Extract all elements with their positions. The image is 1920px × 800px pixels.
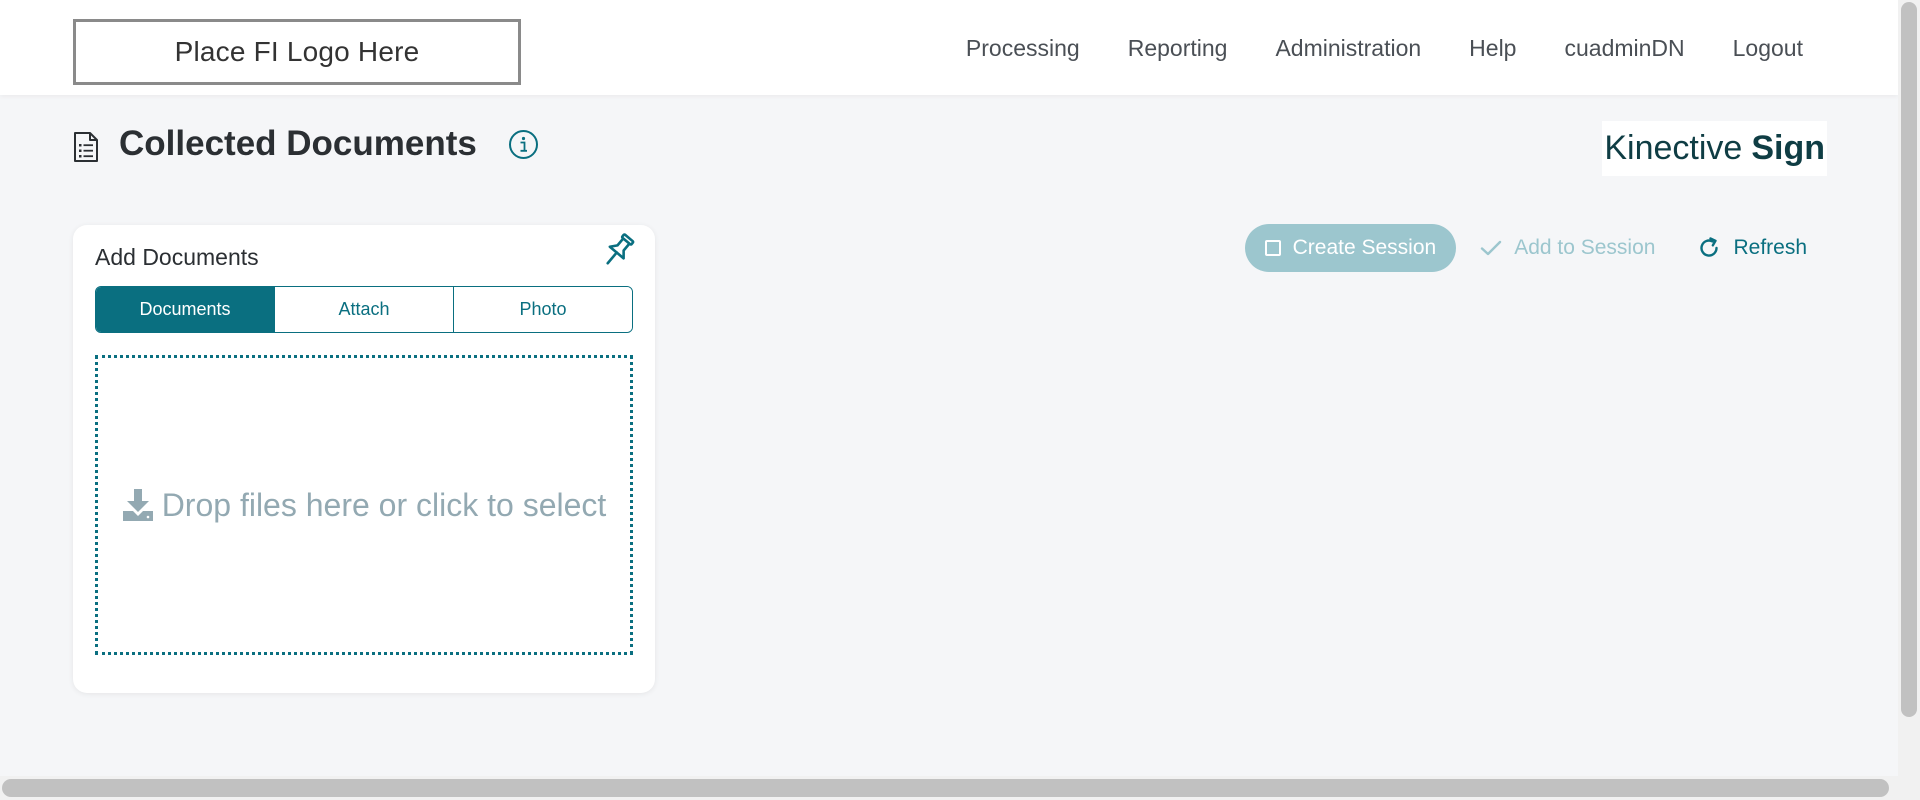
session-actions: Create Session Add to Session Refresh <box>1244 224 1807 272</box>
document-source-tabs: Documents Attach Photo <box>95 286 633 333</box>
add-documents-title: Add Documents <box>95 244 259 270</box>
file-dropzone[interactable]: Drop files here or click to select <box>95 355 633 655</box>
document-list-icon <box>74 132 98 162</box>
brand-regular-text: Kinective <box>1604 129 1743 167</box>
top-bar: Place FI Logo Here Processing Reporting … <box>0 0 1898 95</box>
download-icon <box>122 489 153 521</box>
vertical-scroll-thumb[interactable] <box>1901 2 1917 717</box>
tab-documents[interactable]: Documents <box>96 287 275 332</box>
fi-logo-placeholder[interactable]: Place FI Logo Here <box>73 19 521 85</box>
nav-help[interactable]: Help <box>1469 35 1516 62</box>
add-to-session-button[interactable]: Add to Session <box>1480 224 1655 272</box>
refresh-button[interactable]: Refresh <box>1679 224 1807 272</box>
main-nav: Processing Reporting Administration Help… <box>966 35 1803 62</box>
add-documents-card: Add Documents Documents Attach Photo Dro… <box>73 225 655 693</box>
horizontal-scrollbar[interactable] <box>0 776 1898 800</box>
checkmark-icon <box>1481 240 1502 256</box>
add-to-session-label: Add to Session <box>1514 236 1656 259</box>
refresh-label: Refresh <box>1733 236 1807 259</box>
tab-photo[interactable]: Photo <box>454 287 632 332</box>
nav-logout[interactable]: Logout <box>1733 35 1803 62</box>
square-icon <box>1264 240 1281 256</box>
nav-administration[interactable]: Administration <box>1275 35 1421 62</box>
pin-icon[interactable] <box>597 230 639 272</box>
logo-text: Place FI Logo Here <box>174 36 420 67</box>
nav-user-account[interactable]: cuadminDN <box>1564 35 1684 62</box>
horizontal-scroll-thumb[interactable] <box>2 779 1889 797</box>
nav-processing[interactable]: Processing <box>966 35 1080 62</box>
refresh-icon <box>1700 237 1719 257</box>
dropzone-text: Drop files here or click to select <box>161 486 607 523</box>
brand-logo: Kinective Sign <box>1602 121 1827 176</box>
tab-attach[interactable]: Attach <box>275 287 454 332</box>
vertical-scrollbar[interactable] <box>1898 0 1920 800</box>
info-icon[interactable] <box>508 129 539 160</box>
create-session-label: Create Session <box>1292 236 1437 259</box>
page-title: Collected Documents <box>119 124 477 163</box>
create-session-button[interactable]: Create Session <box>1244 224 1457 272</box>
nav-reporting[interactable]: Reporting <box>1128 35 1228 62</box>
brand-bold-text: Sign <box>1751 129 1825 167</box>
